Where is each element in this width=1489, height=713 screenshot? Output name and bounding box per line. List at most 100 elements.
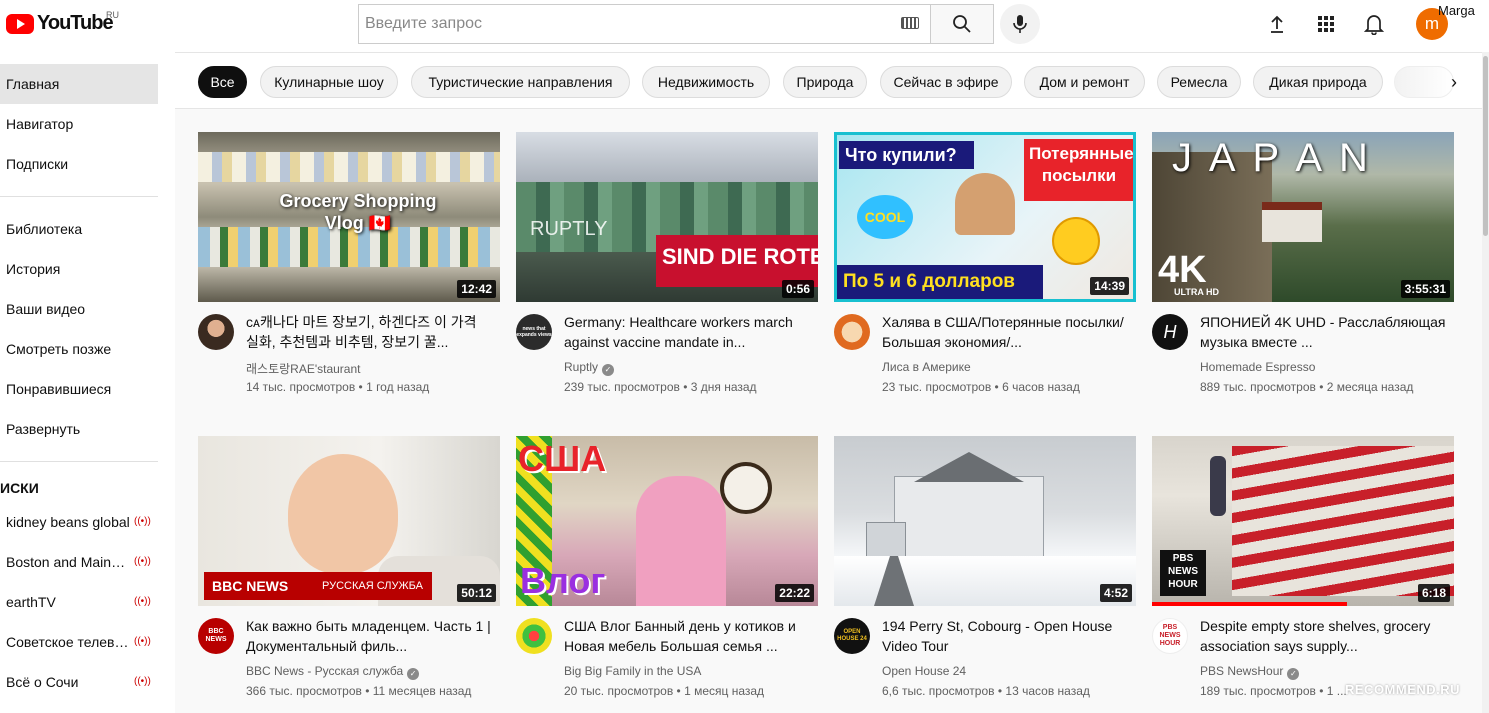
subscription-item[interactable]: Советское телеви... ((•))	[0, 622, 158, 662]
subscription-item[interactable]: Boston and Maine ... ((•))	[0, 542, 158, 582]
video-meta: 889 тыс. просмотров • 2 месяца назад	[1200, 380, 1414, 394]
upload-button[interactable]	[1265, 12, 1289, 36]
video-title[interactable]: США Влог Банный день у котиков и Новая м…	[564, 616, 810, 656]
sidebar-item-watch-later[interactable]: Смотреть позже	[0, 329, 158, 369]
channel-avatar[interactable]: news that expands views	[516, 314, 552, 350]
video-thumbnail[interactable]: Grocery Shopping Vlog 🇨🇦 12:42	[198, 132, 500, 302]
video-card[interactable]: SIND DIE ROTE L RUPTLY 0:56 news that ex…	[516, 132, 818, 394]
sidebar-item-liked[interactable]: Понравившиеся	[0, 369, 158, 409]
sidebar: Главная Навигатор Подписки Библиотека Ис…	[0, 52, 175, 713]
sidebar-item-label: Понравившиеся	[6, 381, 112, 397]
thumbnail-overlay-text-2: Влог	[520, 560, 606, 601]
sidebar-item-home[interactable]: Главная	[0, 64, 158, 104]
search-input[interactable]	[365, 15, 885, 33]
thumbnail-overlay-text: США	[518, 438, 607, 479]
video-card[interactable]: Что купили? Потерянные посылки По 5 и 6 …	[834, 132, 1136, 394]
video-thumbnail[interactable]: SIND DIE ROTE L RUPTLY 0:56	[516, 132, 818, 302]
video-meta: 6,6 тыс. просмотров • 13 часов назад	[882, 684, 1090, 698]
sidebar-item-show-more[interactable]: Развернуть	[0, 409, 158, 449]
channel-avatar[interactable]: PBS NEWS HOUR	[1152, 618, 1188, 654]
channel-name[interactable]: 래스토랑RAE'staurant	[246, 360, 361, 377]
region-code: RU	[106, 10, 119, 20]
sidebar-item-explore[interactable]: Навигатор	[0, 104, 158, 144]
video-title[interactable]: Germany: Healthcare workers march agains…	[564, 312, 810, 352]
video-title[interactable]: 194 Perry St, Cobourg - Open House Video…	[882, 616, 1128, 656]
notifications-button[interactable]	[1362, 12, 1386, 36]
video-card[interactable]: 4:52 OPEN HOUSE 24 194 Perry St, Cobourg…	[834, 436, 1136, 698]
video-thumbnail[interactable]: Что купили? Потерянные посылки По 5 и 6 …	[834, 132, 1136, 302]
video-card[interactable]: BBC NEWS РУССКАЯ СЛУЖБА 50:12 BBC NEWS К…	[198, 436, 500, 698]
channel-name[interactable]: Лиса в Америке	[882, 360, 971, 374]
channel-avatar[interactable]	[834, 314, 870, 350]
scrollbar-thumb[interactable]	[1483, 56, 1488, 236]
channel-name[interactable]: BBC News - Русская служба ✓	[246, 664, 420, 680]
keyboard-icon[interactable]	[901, 17, 919, 29]
thumbnail-overlay-uhd: ULTRA HD	[1174, 287, 1219, 297]
chip-crafts[interactable]: Ремесла	[1157, 66, 1241, 98]
channel-avatar[interactable]	[516, 618, 552, 654]
chevron-right-icon[interactable]: ›	[1441, 69, 1467, 95]
channel-avatar[interactable]: OPEN HOUSE 24	[834, 618, 870, 654]
channel-name[interactable]: Ruptly ✓	[564, 360, 615, 376]
subscription-label: earthTV	[6, 594, 56, 610]
video-duration: 4:52	[1099, 584, 1132, 602]
chip-all[interactable]: Все	[198, 66, 247, 98]
sidebar-item-your-videos[interactable]: Ваши видео	[0, 289, 158, 329]
sidebar-item-history[interactable]: История	[0, 249, 158, 289]
video-thumbnail[interactable]: J A P A N 4K ULTRA HD 3:55:31	[1152, 132, 1454, 302]
site-watermark: RECOMMEND.RU	[1345, 682, 1461, 697]
video-title[interactable]: Despite empty store shelves, grocery ass…	[1200, 616, 1446, 656]
bbc-logo-text: BBC NEWS	[212, 578, 289, 594]
youtube-logo[interactable]: YouTube RU	[6, 10, 119, 35]
subscription-item[interactable]: kidney beans global ((•))	[0, 502, 158, 542]
channel-avatar[interactable]: BBC NEWS	[198, 618, 234, 654]
thumbnail-overlay-text-3: По 5 и 6 долларов	[843, 271, 1015, 292]
chip-home-repair[interactable]: Дом и ремонт	[1024, 66, 1145, 98]
sidebar-divider	[0, 196, 158, 197]
search-box	[358, 4, 931, 44]
upload-icon	[1271, 15, 1283, 33]
video-card[interactable]: J A P A N 4K ULTRA HD 3:55:31 H ЯПОНИЕЙ …	[1152, 132, 1454, 394]
apps-button[interactable]	[1314, 12, 1338, 36]
sidebar-item-label: Ваши видео	[6, 301, 86, 317]
video-thumbnail[interactable]: 4:52	[834, 436, 1136, 606]
chip-cooking[interactable]: Кулинарные шоу	[260, 66, 398, 98]
live-icon: ((•))	[134, 636, 151, 647]
video-card[interactable]: США Влог 22:22 США Влог Банный день у ко…	[516, 436, 818, 698]
subscription-label: Boston and Maine ...	[6, 554, 132, 570]
channel-avatar[interactable]: H	[1152, 314, 1188, 350]
video-title[interactable]: ЯПОНИЕЙ 4K UHD - Расслабляющая музыка вм…	[1200, 312, 1446, 352]
sidebar-item-label: Подписки	[6, 156, 69, 172]
channel-name[interactable]: Big Big Family in the USA	[564, 664, 701, 678]
video-thumbnail[interactable]: BBC NEWS РУССКАЯ СЛУЖБА 50:12	[198, 436, 500, 606]
verified-icon: ✓	[407, 668, 420, 680]
chip-live[interactable]: Сейчас в эфире	[880, 66, 1012, 98]
sidebar-item-label: Развернуть	[6, 421, 81, 437]
sidebar-item-library[interactable]: Библиотека	[0, 209, 158, 249]
chip-wildlife[interactable]: Дикая природа	[1253, 66, 1383, 98]
chip-travel[interactable]: Туристические направления	[411, 66, 630, 98]
chip-real-estate[interactable]: Недвижимость	[642, 66, 770, 98]
channel-name[interactable]: PBS NewsHour ✓	[1200, 664, 1300, 680]
sidebar-item-subscriptions[interactable]: Подписки	[0, 144, 158, 184]
video-title[interactable]: ᴄᴀ캐나다 마트 장보기, 하겐다즈 이 가격 실화, 추천템과 비추템, 장보…	[246, 312, 492, 352]
subscription-item[interactable]: earthTV ((•))	[0, 582, 158, 622]
video-duration: 12:42	[457, 280, 496, 298]
video-thumbnail[interactable]: США Влог 22:22	[516, 436, 818, 606]
chip-nature[interactable]: Природа	[783, 66, 867, 98]
video-thumbnail[interactable]: PBS NEWS HOUR 6:18	[1152, 436, 1454, 606]
live-icon: ((•))	[134, 556, 151, 567]
bell-icon	[1364, 15, 1384, 35]
search-button[interactable]	[930, 4, 994, 44]
channel-avatar[interactable]	[198, 314, 234, 350]
channel-name[interactable]: Homemade Espresso	[1200, 360, 1315, 374]
video-card[interactable]: Grocery Shopping Vlog 🇨🇦 12:42 ᴄᴀ캐나다 마트 …	[198, 132, 500, 394]
video-card[interactable]: PBS NEWS HOUR 6:18 PBS NEWS HOUR Despite…	[1152, 436, 1454, 698]
bbc-service-text: РУССКАЯ СЛУЖБА	[322, 580, 423, 592]
channel-name[interactable]: Open House 24	[882, 664, 966, 678]
video-title[interactable]: Халява в США/Потерянные посылки/Большая …	[882, 312, 1128, 352]
voice-search-button[interactable]	[1000, 4, 1040, 44]
subscription-item[interactable]: Всё о Сочи ((•))	[0, 662, 158, 702]
video-title[interactable]: Как важно быть младенцем. Часть 1 | Доку…	[246, 616, 492, 656]
video-duration: 6:18	[1417, 584, 1450, 602]
